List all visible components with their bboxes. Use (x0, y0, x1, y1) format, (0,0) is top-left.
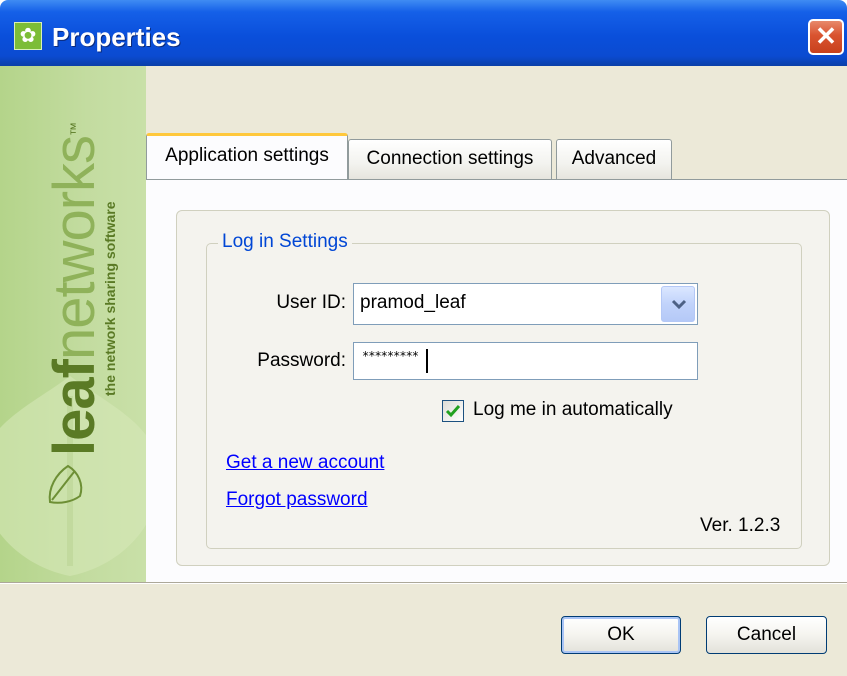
password-label: Password: (257, 350, 346, 371)
tab-label: Connection settings (366, 148, 534, 169)
password-field[interactable]: ********* (353, 342, 698, 380)
tab-advanced[interactable]: Advanced (556, 139, 672, 179)
brand-name-leaf: leaf (42, 360, 107, 456)
version-text: Ver. 1.2.3 (700, 515, 781, 536)
auto-login-label[interactable]: Log me in automatically (473, 399, 673, 421)
tab-application-settings[interactable]: Application settings (146, 133, 348, 179)
auto-login-checkbox[interactable] (442, 400, 464, 422)
checkmark-icon (445, 405, 461, 418)
user-id-value: pramod_leaf (360, 292, 466, 313)
user-id-dropdown-button[interactable] (661, 286, 695, 322)
get-new-account-link[interactable]: Get a new account (226, 452, 384, 474)
cancel-button[interactable]: Cancel (706, 616, 827, 654)
window-title: Properties (52, 22, 181, 52)
brand-name-networks: networks (42, 135, 107, 361)
tab-label: Application settings (165, 145, 329, 166)
text-caret (426, 349, 428, 373)
app-icon: ✿ (14, 22, 42, 50)
brand-sidebar: leafnetworks™ the network sharing softwa… (0, 66, 146, 582)
forgot-password-link[interactable]: Forgot password (226, 489, 368, 511)
ok-button[interactable]: OK (561, 616, 681, 654)
close-button[interactable]: ✕ (808, 19, 844, 55)
brand-trademark: ™ (67, 122, 83, 136)
title-bar[interactable]: ✿ Properties ✕ (0, 0, 847, 66)
login-settings-title: Log in Settings (218, 231, 352, 253)
tab-connection-settings[interactable]: Connection settings (348, 139, 552, 179)
user-id-combobox[interactable]: pramod_leaf (353, 283, 698, 325)
close-icon: ✕ (815, 21, 837, 51)
leaf-logo-icon (48, 464, 83, 504)
password-value: ********* (362, 349, 419, 363)
brand-logo: leafnetworks™ the network sharing softwa… (42, 96, 118, 456)
user-id-label: User ID: (276, 292, 346, 313)
tab-label: Advanced (571, 148, 657, 169)
chevron-down-icon (671, 299, 687, 310)
